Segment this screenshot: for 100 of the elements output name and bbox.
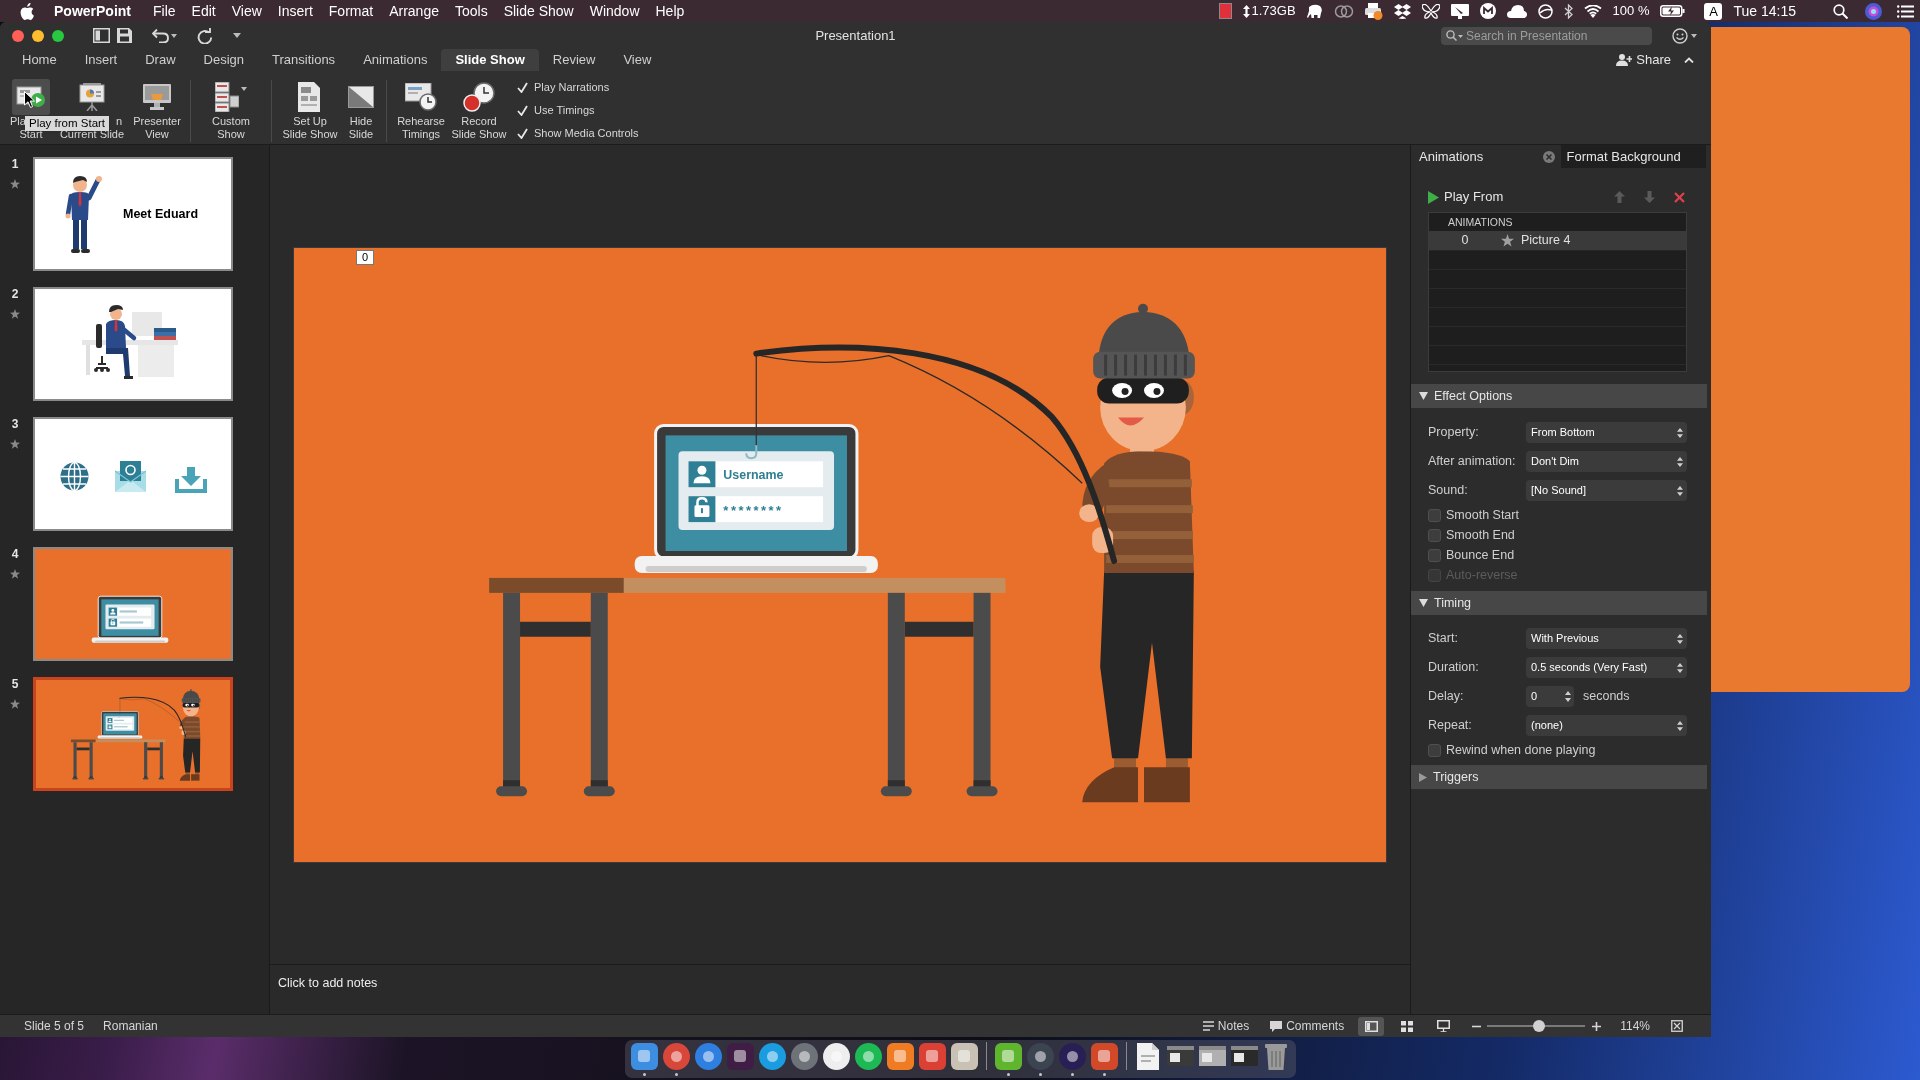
app-icon[interactable]	[758, 1042, 786, 1070]
slide-thumbnail[interactable]	[33, 547, 233, 661]
menu-item[interactable]: Help	[647, 0, 693, 22]
app-icon[interactable]	[662, 1042, 690, 1070]
window-thumbnail-icon[interactable]	[1230, 1046, 1258, 1066]
app-icon[interactable]	[790, 1042, 818, 1070]
menu-clock[interactable]: Tue 14:15	[1733, 0, 1796, 22]
orb-icon[interactable]	[1865, 2, 1882, 20]
play-from-button[interactable]: Play From	[1428, 187, 1504, 207]
menu-item[interactable]: Tools	[446, 0, 496, 22]
search-field[interactable]: Search in Presentation	[1441, 26, 1652, 45]
ribbon-tab[interactable]: View	[609, 49, 666, 71]
app-icon[interactable]	[886, 1042, 914, 1070]
menu-item[interactable]: Format	[320, 0, 382, 22]
caret-icon[interactable]	[233, 33, 241, 38]
app-icon[interactable]	[1090, 1042, 1118, 1070]
ribbon-tab[interactable]: Review	[538, 49, 610, 71]
menu-item[interactable]: File	[145, 0, 184, 22]
input-source-button[interactable]: A	[1704, 2, 1723, 20]
notes-button[interactable]: Notes	[1202, 1017, 1250, 1035]
ribbon-button[interactable]: Record Slide Show	[449, 71, 509, 141]
ribbon-tab[interactable]: Design	[189, 49, 258, 71]
ribbon-button[interactable]: Hide Slide	[342, 71, 380, 141]
window-thumbnail-icon[interactable]	[1198, 1046, 1226, 1066]
slide-thumbnail[interactable]: Meet Eduard	[33, 157, 233, 271]
ribbon-button[interactable]: Presenter View	[130, 71, 184, 141]
ribbon-tab[interactable]: Slide Show	[441, 49, 539, 71]
app-icon[interactable]	[994, 1042, 1022, 1070]
animation-tag[interactable]: 0	[356, 249, 375, 265]
ribbon-button[interactable]: Set Up Slide Show	[278, 71, 342, 141]
checkbox[interactable]	[1428, 743, 1441, 757]
slide-thumbnail[interactable]	[33, 417, 233, 531]
caret-icon[interactable]	[241, 87, 247, 91]
dropdown[interactable]: With Previous	[1526, 628, 1687, 649]
caret-icon[interactable]	[1458, 34, 1463, 38]
section-header[interactable]: Effect Options	[1411, 384, 1707, 408]
app-icon[interactable]	[1026, 1042, 1054, 1070]
option-checkbox[interactable]: Show Media Controls	[517, 122, 639, 145]
slider-thumb[interactable]	[1532, 1020, 1545, 1032]
menu-item[interactable]: Window	[581, 0, 648, 22]
dropdown[interactable]: 0.5 seconds (Very Fast)	[1526, 657, 1687, 678]
maximize-window-icon[interactable]	[52, 29, 64, 42]
smiley-icon[interactable]	[1672, 27, 1688, 44]
comments-button[interactable]: Comments	[1270, 1017, 1345, 1035]
zoom-slider[interactable]	[1487, 1020, 1586, 1032]
pane-tab[interactable]: Format Background	[1560, 145, 1706, 168]
notes-field[interactable]: Click to add notes	[278, 974, 678, 994]
chevron-up-icon[interactable]	[1684, 57, 1694, 63]
zoom-reading[interactable]: 114%	[1620, 1017, 1650, 1035]
app-name[interactable]: PowerPoint	[54, 0, 131, 22]
menu-item[interactable]: Edit	[183, 0, 224, 22]
trash-icon[interactable]	[1265, 1042, 1287, 1070]
redo-icon[interactable]	[197, 27, 213, 44]
app-icon[interactable]	[630, 1042, 658, 1070]
search-icon[interactable]	[1833, 3, 1848, 19]
ribbon-button[interactable]: Custom Show	[197, 71, 265, 141]
slide-thumbnail[interactable]	[33, 287, 233, 401]
option-checkbox[interactable]: Play Narrations	[517, 76, 639, 99]
caret-icon[interactable]	[171, 33, 177, 38]
ribbon-tab[interactable]: Home	[8, 49, 71, 71]
sidebar-icon[interactable]	[93, 28, 110, 43]
option-checkbox[interactable]: Use Timings	[517, 99, 639, 122]
fit-window-icon[interactable]	[1671, 1020, 1683, 1032]
ribbon-tab[interactable]: Insert	[70, 49, 132, 71]
menu-item[interactable]: View	[223, 0, 270, 22]
ribbon-tab[interactable]: Animations	[349, 49, 442, 71]
section-header[interactable]: Timing	[1411, 591, 1707, 615]
ribbon-tab[interactable]: Draw	[131, 49, 190, 71]
ribbon-button[interactable]: Rehearse Timings	[393, 71, 449, 141]
save-icon[interactable]	[117, 28, 132, 43]
section-header[interactable]: Triggers	[1411, 765, 1707, 789]
caret-icon[interactable]	[1691, 33, 1697, 38]
stepper-arrows-icon[interactable]	[1565, 691, 1571, 702]
apple-logo-icon[interactable]	[20, 2, 34, 20]
dropdown[interactable]: Don't Dim	[1526, 451, 1687, 472]
app-icon[interactable]	[854, 1042, 882, 1070]
app-icon[interactable]	[950, 1042, 978, 1070]
language-label[interactable]: Romanian	[103, 1017, 158, 1035]
document-icon[interactable]	[1137, 1042, 1159, 1070]
view-button[interactable]	[1358, 1016, 1385, 1036]
close-window-icon[interactable]	[12, 29, 24, 42]
delete-icon[interactable]	[1674, 191, 1685, 203]
number-field[interactable]: 0	[1526, 686, 1574, 707]
window-thumbnail-icon[interactable]	[1166, 1046, 1194, 1066]
minimize-window-icon[interactable]	[32, 29, 44, 42]
app-icon[interactable]	[1058, 1042, 1086, 1070]
app-icon[interactable]	[918, 1042, 946, 1070]
plus-icon[interactable]	[1592, 1021, 1602, 1031]
dropdown[interactable]: (none)	[1526, 715, 1687, 736]
animation-row[interactable]: 0 Picture 4	[1429, 231, 1686, 251]
undo-icon[interactable]	[152, 28, 169, 43]
checkbox[interactable]	[1428, 548, 1441, 562]
close-icon[interactable]	[1542, 150, 1555, 163]
app-icon[interactable]	[822, 1042, 850, 1070]
slide-thumbnail[interactable]	[33, 677, 233, 791]
checkbox[interactable]	[1428, 528, 1441, 542]
menu-item[interactable]: Arrange	[381, 0, 447, 22]
menu-item[interactable]: Insert	[269, 0, 321, 22]
checkbox[interactable]	[1428, 508, 1441, 522]
ribbon-tab[interactable]: Transitions	[258, 49, 350, 71]
